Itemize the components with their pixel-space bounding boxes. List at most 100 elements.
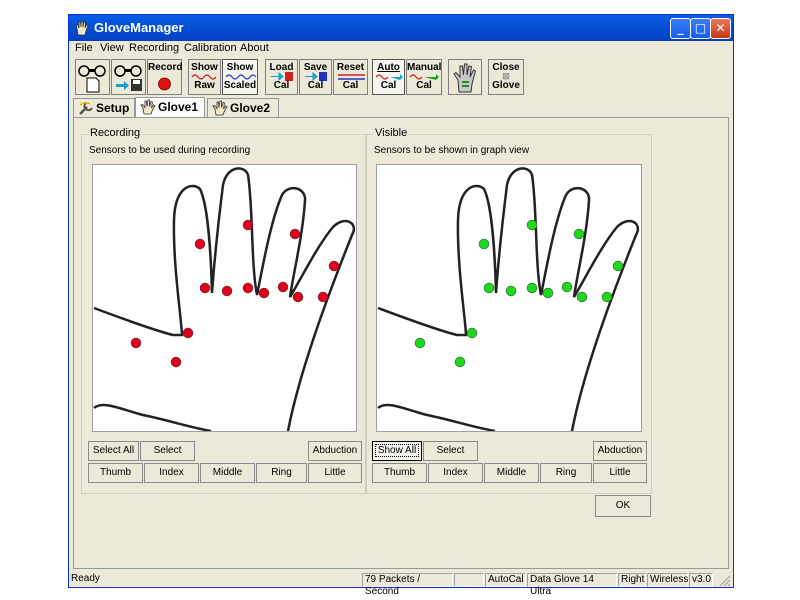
visible-sensor-dot-12[interactable] [576,291,588,303]
abduction-label: Abduction [312,445,358,456]
show-raw-button[interactable]: Show Raw [188,59,221,95]
visible-sensor-dot-4[interactable] [478,238,490,250]
recording-sensor-dot-7[interactable] [242,219,254,231]
manual-cal-button[interactable]: Manual Cal [406,59,442,95]
visible-finger-thumb-label: Thumb [383,467,416,478]
visible-sensor-dot-1[interactable] [414,337,426,349]
recording-sensor-dot-11[interactable] [289,228,301,240]
recording-sensor-dot-9[interactable] [258,287,270,299]
menu-recording[interactable]: Recording [129,42,179,54]
visible-sensor-dot-13[interactable] [601,291,613,303]
show-scaled-button[interactable]: Show Scaled [222,59,258,95]
visible-sensors [414,219,624,368]
load-cal-button[interactable]: Load Cal [265,59,298,95]
recording-sensor-dot-1[interactable] [130,337,142,349]
select-none-button[interactable]: Select None [140,441,195,474]
visible-abduction-label: Abduction [597,445,643,456]
visible-sensor-dot-8[interactable] [526,282,538,294]
recording-sensor-dot-8[interactable] [242,282,254,294]
show-all-button[interactable]: Show All [372,441,422,461]
close-glove-button[interactable]: Close ⊠ Glove [488,59,524,95]
menu-calibration[interactable]: Calibration [184,42,237,54]
load-cal-label-2: Cal [273,80,290,91]
recording-sensor-dot-13[interactable] [317,291,329,303]
abduction-button[interactable]: Abduction [308,441,362,461]
recording-sensors [130,219,340,368]
menu-view[interactable]: View [100,42,124,54]
status-version: v3.0 [689,573,713,587]
finger-thumb-button[interactable]: Thumb [88,463,143,483]
tab-glove1[interactable]: Glove1 [135,97,205,118]
auto-cal-button[interactable]: Auto Cal [372,59,405,95]
tab-setup[interactable]: Setup [73,98,135,117]
title-bar[interactable]: GloveManager _ □ ✕ [69,15,733,41]
new-session-icon [78,65,106,93]
resize-grip-icon[interactable] [719,575,731,587]
recording-sensor-dot-5[interactable] [199,282,211,294]
glove-view-button[interactable] [448,59,482,95]
recording-group: Recording Sensors to be used during reco… [81,127,366,494]
finger-index-button[interactable]: Index [144,463,199,483]
menu-file[interactable]: File [75,42,93,54]
recording-sensor-dot-3[interactable] [182,327,194,339]
visible-sensor-dot-14[interactable] [612,260,624,272]
ok-button[interactable]: OK [595,495,651,517]
visible-sensor-dot-9[interactable] [542,287,554,299]
recording-sensor-dot-12[interactable] [292,291,304,303]
glove1-panel: Recording Sensors to be used during reco… [73,117,729,569]
show-scaled-label-2: Scaled [223,80,257,91]
hand-diagram [377,167,639,433]
visible-sensor-dot-10[interactable] [561,281,573,293]
close-button[interactable]: ✕ [710,18,731,39]
open-button[interactable] [111,59,146,95]
maximize-button[interactable]: □ [690,18,711,39]
status-packets: 79 Packets / Second [362,573,453,597]
reset-cal-button[interactable]: Reset Cal [333,59,368,95]
close-glove-label-2: Glove [492,80,520,91]
show-raw-label-2: Raw [194,80,215,91]
glove-icon [212,100,228,116]
menu-about[interactable]: About [240,42,269,54]
save-cal-button[interactable]: Save Cal [299,59,332,95]
visible-select-none-button[interactable]: Select None [423,441,478,474]
visible-finger-thumb-button[interactable]: Thumb [372,463,427,483]
visible-sensor-dot-11[interactable] [573,228,585,240]
finger-ring-button[interactable]: Ring [256,463,307,483]
tab-glove1-label: Glove1 [158,100,199,114]
ok-label: OK [615,500,631,511]
recording-hand-canvas[interactable] [92,164,357,433]
visible-hand-canvas[interactable] [376,164,642,433]
save-session-icon [114,65,142,91]
visible-finger-ring-button[interactable]: Ring [540,463,592,483]
status-text: Ready [71,573,100,584]
recording-sensor-dot-6[interactable] [221,285,233,297]
glove-icon [140,99,156,115]
tab-glove2[interactable]: Glove2 [207,98,279,117]
visible-sensor-dot-5[interactable] [483,282,495,294]
recording-sensor-dot-10[interactable] [277,281,289,293]
visible-sensor-dot-7[interactable] [526,219,538,231]
recording-sensor-dot-2[interactable] [170,356,182,368]
visible-finger-middle-button[interactable]: Middle [484,463,539,483]
record-button[interactable]: Record [147,59,182,95]
select-all-button[interactable]: Select All [88,441,139,461]
hand-diagram [93,167,355,433]
recording-sensor-dot-14[interactable] [328,260,340,272]
new-button[interactable] [75,59,110,95]
visible-finger-index-button[interactable]: Index [428,463,483,483]
auto-cal-label-1: Auto [377,62,400,73]
finger-little-button[interactable]: Little [308,463,362,483]
menu-bar: File View Recording Calibration About [69,41,733,58]
minimize-button[interactable]: _ [670,18,691,39]
window-title: GloveManager [94,20,184,35]
visible-sensor-dot-2[interactable] [454,356,466,368]
recording-sensor-dot-4[interactable] [194,238,206,250]
show-all-label: Show All [374,444,420,457]
finger-middle-button[interactable]: Middle [200,463,255,483]
visible-abduction-button[interactable]: Abduction [593,441,647,461]
visible-finger-little-button[interactable]: Little [593,463,647,483]
visible-sensor-dot-6[interactable] [505,285,517,297]
select-all-label: Select All [92,445,135,456]
visible-sensor-dot-3[interactable] [466,327,478,339]
visible-legend: Visible [373,127,410,139]
